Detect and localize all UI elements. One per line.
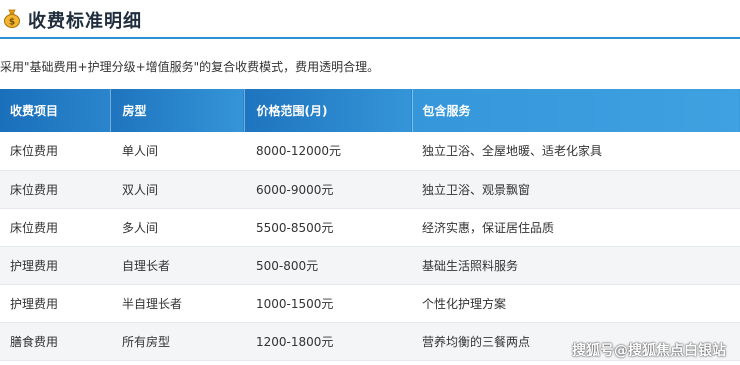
price-cell: 500-800元: [244, 246, 412, 285]
table-header-row: 收费项目 房型 价格范围(月) 包含服务: [0, 89, 740, 132]
services-cell: 个性化护理方案: [412, 284, 740, 323]
table-row: 护理费用 半自理长者 1000-1500元 个性化护理方案: [0, 284, 740, 323]
money-bag-icon: $: [4, 9, 20, 28]
fee-table: 收费项目 房型 价格范围(月) 包含服务 床位费用 单人间 8000-12000…: [0, 89, 740, 361]
table-row: 床位费用 多人间 5500-8500元 经济实惠，保证居住品质: [0, 208, 740, 247]
room-type-cell: 单人间: [110, 132, 244, 171]
price-cell: 1000-1500元: [244, 284, 412, 323]
room-type-cell: 多人间: [110, 208, 244, 247]
room-type-cell: 半自理长者: [110, 284, 244, 323]
services-cell: 基础生活照料服务: [412, 246, 740, 285]
fee-item-cell: 护理费用: [0, 284, 110, 323]
fee-item-cell: 膳食费用: [0, 322, 110, 361]
table-row: 护理费用 自理长者 500-800元 基础生活照料服务: [0, 246, 740, 285]
table-row: 床位费用 双人间 6000-9000元 独立卫浴、观景飘窗: [0, 170, 740, 209]
watermark: 搜狐号@搜狐焦点白银站: [572, 343, 726, 359]
room-type-cell: 所有房型: [110, 322, 244, 361]
room-type-cell: 自理长者: [110, 246, 244, 285]
svg-text:$: $: [9, 18, 15, 28]
room-type-cell: 双人间: [110, 170, 244, 209]
price-cell: 1200-1800元: [244, 322, 412, 361]
table-row: 床位费用 单人间 8000-12000元 独立卫浴、全屋地暖、适老化家具: [0, 132, 740, 171]
services-cell: 独立卫浴、全屋地暖、适老化家具: [412, 132, 740, 171]
fee-item-cell: 护理费用: [0, 246, 110, 285]
fee-item-cell: 床位费用: [0, 170, 110, 209]
section-header: $ 收费标准明细: [0, 0, 740, 39]
price-cell: 8000-12000元: [244, 132, 412, 171]
fee-item-cell: 床位费用: [0, 208, 110, 247]
column-header-room-type: 房型: [110, 89, 245, 132]
price-cell: 5500-8500元: [244, 208, 412, 247]
column-header-item: 收费项目: [0, 89, 111, 132]
services-cell: 经济实惠，保证居住品质: [412, 208, 740, 247]
fee-item-cell: 床位费用: [0, 132, 110, 171]
price-cell: 6000-9000元: [244, 170, 412, 209]
column-header-price: 价格范围(月): [244, 89, 413, 132]
intro-text: 采用"基础费用+护理分级+增值服务"的复合收费模式，费用透明合理。: [0, 60, 380, 74]
page-title: 收费标准明细: [28, 11, 142, 32]
services-cell: 独立卫浴、观景飘窗: [412, 170, 740, 209]
column-header-services: 包含服务: [412, 89, 740, 132]
